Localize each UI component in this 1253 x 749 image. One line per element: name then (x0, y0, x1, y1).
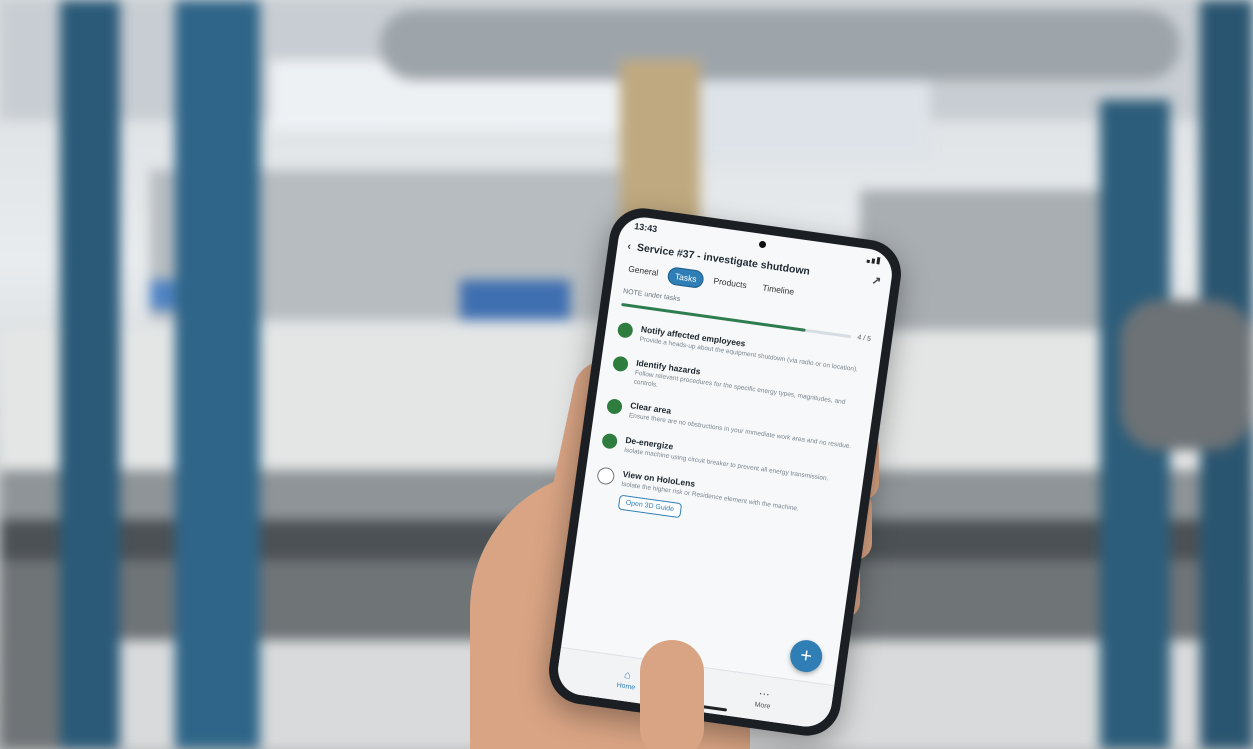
nav-label: Home (616, 681, 636, 692)
checked-icon[interactable] (611, 355, 629, 373)
tab-general[interactable]: General (621, 260, 665, 284)
tab-timeline[interactable]: Timeline (755, 279, 801, 303)
factory-scene: 13:43 ‹ Service #37 - investigate shutdo… (0, 0, 1253, 749)
nav-more[interactable]: ⋯ More (754, 687, 773, 711)
task-list: Notify affected employees Provide a head… (580, 312, 881, 549)
progress-count: 4 / 5 (856, 334, 872, 343)
index-finger (640, 640, 704, 749)
nav-label: More (754, 701, 771, 711)
checked-icon[interactable] (606, 398, 623, 416)
status-time: 13:43 (633, 221, 658, 235)
home-icon: ⌂ (623, 668, 632, 682)
nav-home[interactable]: ⌂ Home (616, 668, 637, 691)
tab-products[interactable]: Products (706, 272, 754, 296)
checked-icon[interactable] (601, 432, 619, 450)
back-icon[interactable]: ‹ (627, 240, 632, 252)
camera-icon (758, 239, 767, 248)
signal-icon (866, 255, 881, 264)
open-3d-guide-button[interactable]: Open 3D Guide (617, 494, 682, 518)
unchecked-icon[interactable] (596, 466, 616, 486)
phone-screen: 13:43 ‹ Service #37 - investigate shutdo… (554, 214, 896, 730)
open-external-icon[interactable]: ↗ (871, 274, 882, 288)
add-button[interactable]: + (788, 638, 825, 675)
checked-icon[interactable] (616, 321, 634, 339)
tab-tasks[interactable]: Tasks (666, 266, 705, 290)
more-icon: ⋯ (757, 687, 771, 702)
